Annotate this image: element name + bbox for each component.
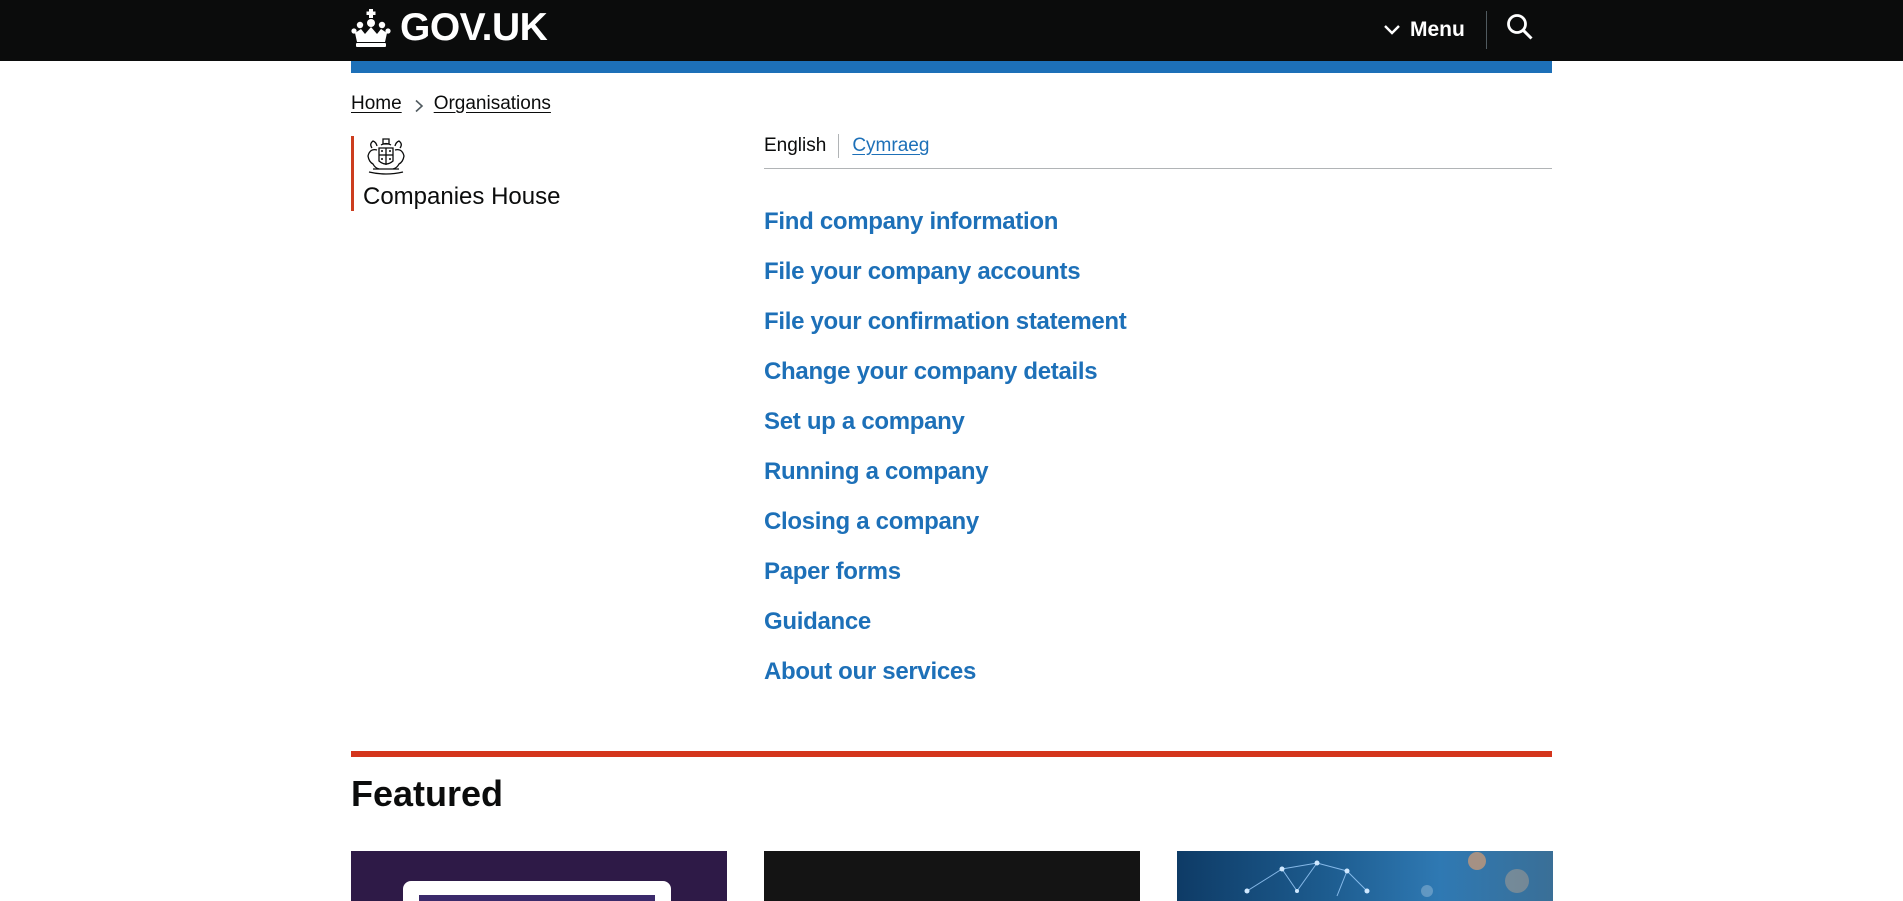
breadcrumb-organisations[interactable]: Organisations <box>434 93 551 115</box>
crown-icon <box>351 9 391 47</box>
link-find-company-information[interactable]: Find company information <box>764 208 1058 235</box>
header-divider <box>1486 11 1487 49</box>
search-button[interactable] <box>1506 13 1542 49</box>
logo-text: GOV.UK <box>400 6 548 49</box>
link-about-our-services[interactable]: About our services <box>764 658 976 685</box>
menu-label: Menu <box>1410 18 1465 41</box>
list-item: Change your company details <box>764 357 1126 407</box>
link-paper-forms[interactable]: Paper forms <box>764 558 901 585</box>
link-change-company-details[interactable]: Change your company details <box>764 358 1098 385</box>
list-item: File your company accounts <box>764 257 1126 307</box>
organisation-logo: Companies House <box>351 136 560 211</box>
govuk-logo-link[interactable]: GOV.UK <box>351 6 548 49</box>
list-item: Running a company <box>764 457 1126 507</box>
list-item: Find company information <box>764 207 1126 257</box>
section-divider <box>351 751 1552 757</box>
breadcrumb-home[interactable]: Home <box>351 93 402 115</box>
list-item: Closing a company <box>764 507 1126 557</box>
header-container: GOV.UK Menu <box>351 0 1552 61</box>
royal-crest-icon <box>363 136 560 181</box>
chevron-right-icon <box>413 97 425 113</box>
link-set-up-company[interactable]: Set up a company <box>764 408 965 435</box>
link-running-company[interactable]: Running a company <box>764 458 989 485</box>
language-switcher: English Cymraeg <box>764 134 1552 169</box>
list-item: File your confirmation statement <box>764 307 1127 357</box>
menu-button[interactable]: Menu <box>1383 12 1465 48</box>
list-item: Guidance <box>764 607 1126 657</box>
link-file-confirmation-statement[interactable]: File your confirmation statement <box>764 308 1127 335</box>
featured-card-image-2[interactable] <box>764 851 1140 901</box>
featured-card-image-1[interactable] <box>351 851 727 901</box>
list-item: About our services <box>764 657 1126 707</box>
laptop-illustration <box>403 881 671 901</box>
list-item: Set up a company <box>764 407 1126 457</box>
network-illustration <box>1244 852 1529 897</box>
chevron-down-icon <box>1383 18 1401 42</box>
link-closing-company[interactable]: Closing a company <box>764 508 979 535</box>
breadcrumb: Home Organisations <box>351 92 551 116</box>
organisation-name: Companies House <box>363 183 561 210</box>
featured-card-image-3[interactable] <box>1177 851 1553 901</box>
brand-accent-bar <box>351 61 1552 73</box>
language-current: English <box>764 134 840 158</box>
search-icon <box>1506 14 1534 45</box>
list-item: Paper forms <box>764 557 1126 607</box>
link-file-company-accounts[interactable]: File your company accounts <box>764 258 1081 285</box>
language-cymraeg-link[interactable]: Cymraeg <box>852 134 929 158</box>
site-header: GOV.UK Menu <box>0 0 1903 61</box>
service-links: Find company information File your compa… <box>764 207 1127 707</box>
featured-heading: Featured <box>351 773 504 814</box>
link-guidance[interactable]: Guidance <box>764 608 871 635</box>
